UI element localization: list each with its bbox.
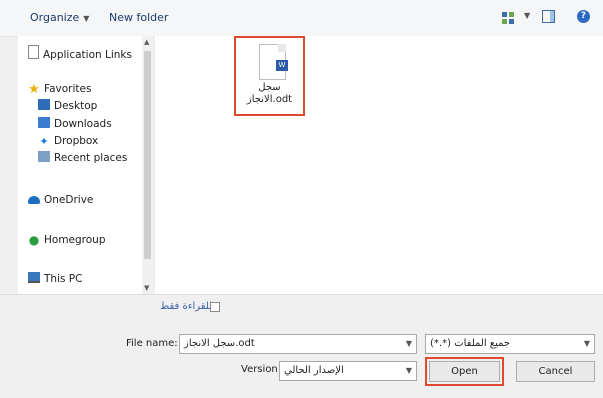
nav-item-label: Favorites	[44, 83, 92, 95]
nav-item-label: Recent places	[54, 152, 128, 164]
file-name-line1: سجل	[258, 82, 281, 93]
version-value: الإصدار الحالي	[284, 365, 344, 376]
dropbox-icon: ✦	[39, 135, 49, 148]
nav-item-dropbox[interactable]: ✦ Dropbox	[38, 133, 98, 149]
preview-pane-icon[interactable]	[542, 10, 555, 23]
view-grid-icon	[502, 12, 514, 24]
chevron-down-icon[interactable]: ▼	[406, 335, 412, 353]
chevron-down-icon[interactable]: ▼	[584, 335, 590, 353]
document-icon	[28, 45, 39, 59]
new-folder-button[interactable]: New folder	[109, 11, 168, 24]
file-name: سجل الانجاز.odt	[236, 82, 303, 106]
word-badge-icon: W	[276, 60, 288, 71]
nav-item-label: This PC	[44, 273, 83, 285]
file-list: W سجل الانجاز.odt	[155, 36, 603, 294]
nav-item-this-pc[interactable]: This PC	[28, 271, 82, 287]
nav-item-downloads[interactable]: Downloads	[38, 116, 112, 132]
nav-item-recent-places[interactable]: Recent places	[38, 150, 127, 166]
change-view-button[interactable]: ▼	[502, 9, 534, 27]
nav-item-application-links[interactable]: Application Links	[28, 45, 132, 61]
chevron-down-icon: ▼	[83, 14, 90, 23]
file-type-select[interactable]: (*.*) جميع الملفات ▼	[425, 334, 595, 354]
onedrive-icon	[28, 196, 40, 204]
readonly-checkbox[interactable]	[210, 302, 220, 312]
help-icon[interactable]: ?	[577, 10, 590, 23]
recent-places-icon	[38, 151, 50, 162]
navigation-pane: Application Links ★ Favorites Desktop Dow…	[18, 36, 153, 294]
chevron-down-icon: ▼	[524, 11, 531, 20]
file-item-selected[interactable]: W سجل الانجاز.odt	[234, 36, 305, 116]
this-pc-icon	[28, 272, 40, 283]
readonly-label: للقراءة فقط	[160, 301, 213, 312]
nav-item-label: Downloads	[54, 118, 112, 130]
file-type-value: (*.*) جميع الملفات	[430, 338, 511, 349]
version-select[interactable]: الإصدار الحالي ▼	[279, 361, 417, 381]
scroll-up-icon[interactable]: ▲	[144, 38, 149, 46]
scrollbar-thumb[interactable]	[144, 51, 151, 259]
nav-item-label: OneDrive	[44, 194, 94, 206]
scroll-down-icon[interactable]: ▼	[144, 284, 149, 292]
desktop-icon	[38, 99, 50, 110]
downloads-icon	[38, 117, 50, 128]
file-name-input[interactable]: سجل الانجاز.odt ▼	[179, 334, 417, 354]
nav-item-desktop[interactable]: Desktop	[38, 98, 97, 114]
nav-item-label: Desktop	[54, 100, 98, 112]
cancel-button[interactable]: Cancel	[516, 361, 595, 382]
nav-item-label: Homegroup	[44, 234, 106, 246]
nav-item-onedrive[interactable]: OneDrive	[28, 192, 93, 208]
star-icon: ★	[28, 82, 40, 97]
open-button[interactable]: Open	[425, 357, 504, 386]
chevron-down-icon[interactable]: ▼	[406, 362, 412, 380]
nav-item-label: Application Links	[43, 49, 132, 61]
organize-label: Organize	[30, 11, 80, 24]
toolbar: Organize ▼ New folder ▼ ?	[0, 0, 603, 37]
version-label: Version	[241, 364, 278, 375]
organize-button[interactable]: Organize ▼	[30, 11, 89, 24]
file-name-label: File name:	[126, 338, 178, 349]
nav-scrollbar[interactable]: ▲ ▼	[142, 36, 153, 294]
nav-item-label: Dropbox	[54, 135, 99, 147]
nav-item-homegroup[interactable]: ● Homegroup	[28, 232, 106, 248]
nav-item-favorites[interactable]: ★ Favorites	[28, 81, 91, 97]
homegroup-icon: ●	[28, 233, 40, 247]
file-name-value: سجل الانجاز.odt	[184, 338, 255, 349]
file-name-line2: الانجاز.odt	[246, 94, 293, 105]
dialog-footer: للقراءة فقط File name: سجل الانجاز.odt ▼…	[0, 294, 603, 398]
open-file-dialog: Organize ▼ New folder ▼ ? Application Lin…	[0, 0, 603, 398]
